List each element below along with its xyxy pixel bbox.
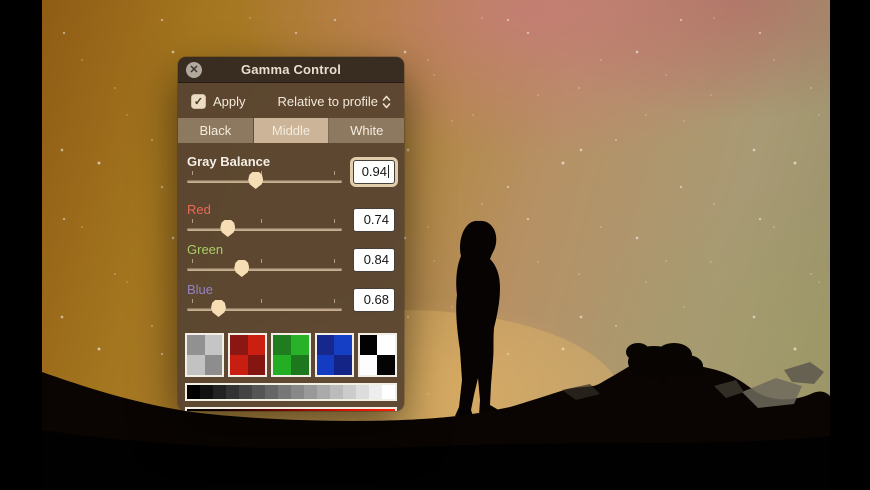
landscape-silhouette: [42, 220, 830, 490]
slider-track-red: [187, 228, 342, 231]
slider-tick: [191, 219, 193, 223]
slider-tick: [261, 219, 263, 223]
slider-thumb-gray-balance[interactable]: [248, 172, 264, 189]
slider-label-green: Green: [187, 242, 224, 257]
apply-checkbox[interactable]: ✓: [191, 94, 206, 109]
profile-popup[interactable]: Relative to profile: [278, 94, 391, 109]
sliders: Gray Balance 0.94 Red 0.74 Green 0.84 Blue 0.68: [185, 143, 397, 324]
slider-tick: [334, 299, 336, 303]
slider-tick: [261, 259, 263, 263]
swatch-quad: [273, 355, 291, 375]
slider-label-blue: Blue: [187, 282, 214, 297]
background-photo: [42, 0, 830, 490]
swatch-quad: [273, 335, 291, 355]
swatch-quad: [359, 335, 378, 355]
swatch-quad: [230, 335, 248, 355]
swatch-quad: [247, 355, 266, 375]
slider-green[interactable]: [187, 258, 342, 277]
value-field-green[interactable]: 0.84: [353, 247, 395, 272]
slider-label-red: Red: [187, 202, 211, 217]
value-field-red[interactable]: 0.74: [353, 207, 395, 232]
slider-tick: [191, 259, 193, 263]
apply-label: Apply: [213, 94, 246, 109]
slider-gray-balance[interactable]: [187, 170, 342, 189]
swatch-quad: [187, 335, 205, 355]
titlebar[interactable]: ✕ Gamma Control: [178, 57, 404, 83]
close-button[interactable]: ✕: [186, 62, 202, 78]
value-field-gray-balance[interactable]: 0.94: [353, 159, 395, 184]
swatch-quad: [187, 355, 205, 375]
apply-row: ✓ Apply Relative to profile: [185, 91, 397, 118]
swatch-quad: [359, 355, 378, 375]
slider-row-red: Red 0.74: [187, 202, 395, 237]
gamma-control-window: ✕ Gamma Control ✓ Apply Relative to prof…: [178, 57, 404, 411]
swatch-quad: [334, 335, 352, 355]
slider-red[interactable]: [187, 218, 342, 237]
swatch-green: [271, 333, 311, 377]
swatch-quad: [230, 355, 248, 375]
slider-label-gray-balance: Gray Balance: [187, 154, 271, 169]
swatch-blue: [314, 333, 354, 377]
swatch-quad: [247, 335, 266, 355]
swatch-row: [185, 333, 398, 377]
segmented-control: Black Middle White: [178, 118, 404, 143]
swatch-quad: [316, 335, 335, 355]
slider-tick: [334, 171, 336, 175]
desktop: ✕ Gamma Control ✓ Apply Relative to prof…: [0, 0, 870, 490]
slider-track-gray-balance: [187, 180, 342, 183]
slider-row-blue: Blue 0.68: [187, 282, 395, 317]
swatch-black-white: [357, 333, 398, 377]
tab-middle[interactable]: Middle: [253, 118, 330, 143]
slider-tick: [261, 299, 263, 303]
red-ramp-band: [187, 409, 395, 411]
window-title: Gamma Control: [240, 62, 342, 77]
slider-thumb-green[interactable]: [234, 260, 250, 277]
slider-row-green: Green 0.84: [187, 242, 395, 277]
value-field-blue[interactable]: 0.68: [353, 287, 395, 312]
slider-track-blue: [187, 308, 342, 311]
slider-tick: [191, 299, 193, 303]
slider-track-green: [187, 268, 342, 271]
swatch-quad: [291, 355, 309, 375]
swatch-quad: [204, 335, 223, 355]
rgb-ramp-strip: [185, 407, 397, 411]
slider-tick: [191, 171, 193, 175]
slider-thumb-red[interactable]: [220, 220, 236, 237]
apply-group[interactable]: ✓ Apply: [191, 94, 246, 109]
swatch-quad: [291, 335, 309, 355]
grayscale-ramp-strip: [185, 383, 397, 401]
tab-white[interactable]: White: [329, 118, 404, 143]
slider-blue[interactable]: [187, 298, 342, 317]
profile-popup-value: Relative to profile: [277, 94, 378, 109]
swatch-quad: [316, 355, 335, 375]
swatch-quad: [377, 335, 396, 355]
swatch-quad: [204, 355, 223, 375]
slider-tick: [334, 259, 336, 263]
swatch-quad: [334, 355, 352, 375]
slider-thumb-blue[interactable]: [211, 300, 226, 317]
slider-tick: [334, 219, 336, 223]
popup-chevrons-icon: [382, 95, 391, 108]
slider-row-gray-balance: Gray Balance 0.94: [187, 154, 395, 189]
panel-body: ✓ Apply Relative to profile Black Middle W…: [178, 83, 404, 411]
tab-black[interactable]: Black: [178, 118, 254, 143]
swatch-gray: [185, 333, 225, 377]
swatch-red: [228, 333, 268, 377]
swatch-quad: [377, 355, 396, 375]
